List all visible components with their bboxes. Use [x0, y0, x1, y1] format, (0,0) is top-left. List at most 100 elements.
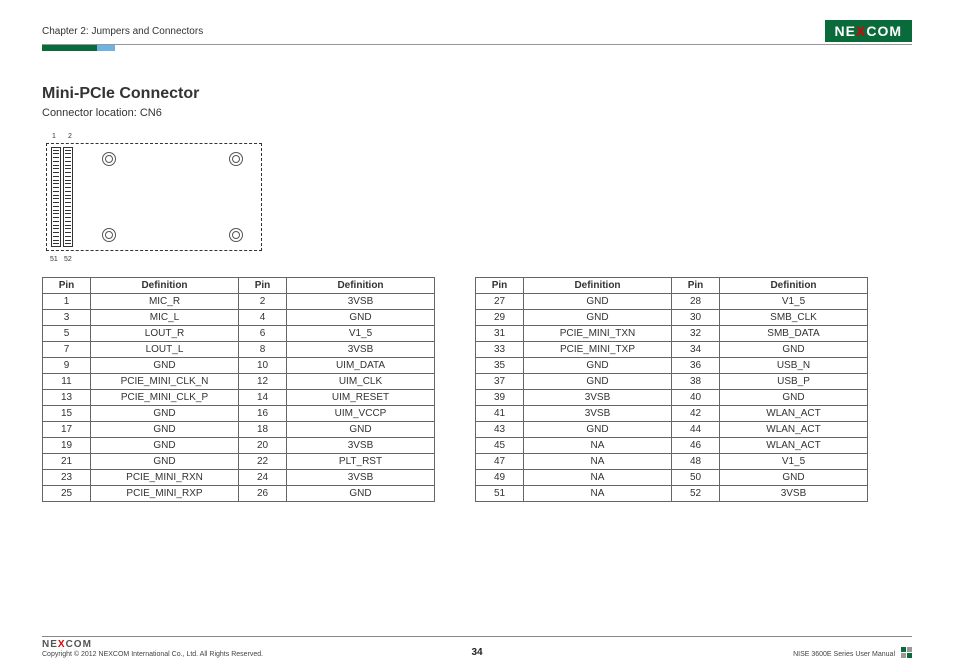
pin-cell: 27 — [476, 294, 524, 310]
pin-cell: 28 — [672, 294, 720, 310]
definition-cell: WLAN_ACT — [720, 422, 868, 438]
table-row: 37GND38USB_P — [476, 374, 868, 390]
pin-cell: 46 — [672, 438, 720, 454]
pin-cell: 14 — [239, 390, 287, 406]
pin-cell: 47 — [476, 454, 524, 470]
pin-cell: 37 — [476, 374, 524, 390]
th-def: Definition — [524, 278, 672, 294]
table-row: 43GND44WLAN_ACT — [476, 422, 868, 438]
pin-label-2: 2 — [68, 133, 72, 140]
pin-cell: 32 — [672, 326, 720, 342]
definition-cell: PCIE_MINI_TXN — [524, 326, 672, 342]
pin-cell: 12 — [239, 374, 287, 390]
pin-cell: 16 — [239, 406, 287, 422]
pin-cell: 15 — [43, 406, 91, 422]
pin-cell: 35 — [476, 358, 524, 374]
pin-cell: 6 — [239, 326, 287, 342]
definition-cell: 3VSB — [287, 470, 435, 486]
footer-logo: NEXCOM — [42, 639, 263, 650]
pin-label-52: 52 — [64, 256, 72, 263]
pin-cell: 18 — [239, 422, 287, 438]
definition-cell: MIC_L — [91, 310, 239, 326]
definition-cell: GND — [91, 422, 239, 438]
pin-cell: 5 — [43, 326, 91, 342]
table-row: 413VSB42WLAN_ACT — [476, 406, 868, 422]
pin-cell: 48 — [672, 454, 720, 470]
definition-cell: GND — [287, 422, 435, 438]
definition-cell: V1_5 — [720, 294, 868, 310]
table-row: 29GND30SMB_CLK — [476, 310, 868, 326]
pin-cell: 21 — [43, 454, 91, 470]
table-row: 13PCIE_MINI_CLK_P14UIM_RESET — [43, 390, 435, 406]
definition-cell: NA — [524, 438, 672, 454]
table-row: 17GND18GND — [43, 422, 435, 438]
definition-cell: 3VSB — [287, 342, 435, 358]
table-row: 7LOUT_L83VSB — [43, 342, 435, 358]
pin-cell: 8 — [239, 342, 287, 358]
pin-cell: 22 — [239, 454, 287, 470]
definition-cell: GND — [91, 358, 239, 374]
definition-cell: GND — [287, 310, 435, 326]
board-outline — [46, 143, 262, 251]
definition-cell: GND — [91, 406, 239, 422]
definition-cell: GND — [720, 390, 868, 406]
pin-cell: 42 — [672, 406, 720, 422]
table-row: 1MIC_R23VSB — [43, 294, 435, 310]
definition-cell: USB_N — [720, 358, 868, 374]
connector-diagram: 1 2 51 52 — [42, 133, 267, 263]
pin-cell: 38 — [672, 374, 720, 390]
accent-bar — [42, 45, 97, 51]
definition-cell: GND — [287, 486, 435, 502]
pinout-table-1: Pin Definition Pin Definition 1MIC_R23VS… — [42, 277, 435, 502]
pin-cell: 19 — [43, 438, 91, 454]
th-def: Definition — [91, 278, 239, 294]
definition-cell: PCIE_MINI_RXN — [91, 470, 239, 486]
definition-cell: UIM_RESET — [287, 390, 435, 406]
table-row: 49NA50GND — [476, 470, 868, 486]
chapter-title: Chapter 2: Jumpers and Connectors — [42, 26, 203, 37]
pin-cell: 25 — [43, 486, 91, 502]
pin-cell: 9 — [43, 358, 91, 374]
definition-cell: SMB_DATA — [720, 326, 868, 342]
definition-cell: SMB_CLK — [720, 310, 868, 326]
pin-cell: 26 — [239, 486, 287, 502]
pin-cell: 52 — [672, 486, 720, 502]
pin-cell: 31 — [476, 326, 524, 342]
pin-cell: 2 — [239, 294, 287, 310]
table-row: 11PCIE_MINI_CLK_N12UIM_CLK — [43, 374, 435, 390]
definition-cell: UIM_CLK — [287, 374, 435, 390]
table-row: 15GND16UIM_VCCP — [43, 406, 435, 422]
table-row: 45NA46WLAN_ACT — [476, 438, 868, 454]
table-header-row: Pin Definition Pin Definition — [43, 278, 435, 294]
brand-logo: NEXCOM — [825, 20, 912, 42]
definition-cell: UIM_DATA — [287, 358, 435, 374]
definition-cell: WLAN_ACT — [720, 438, 868, 454]
definition-cell: PCIE_MINI_CLK_N — [91, 374, 239, 390]
pin-cell: 20 — [239, 438, 287, 454]
mounting-hole-icon — [229, 152, 243, 166]
th-def: Definition — [287, 278, 435, 294]
definition-cell: GND — [91, 454, 239, 470]
pin-cell: 23 — [43, 470, 91, 486]
table-row: 19GND203VSB — [43, 438, 435, 454]
th-def: Definition — [720, 278, 868, 294]
pin-cell: 10 — [239, 358, 287, 374]
pin-cell: 29 — [476, 310, 524, 326]
pin-cell: 34 — [672, 342, 720, 358]
pin-cell: 33 — [476, 342, 524, 358]
pin-cell: 4 — [239, 310, 287, 326]
definition-cell: GND — [720, 342, 868, 358]
table-row: 33PCIE_MINI_TXP34GND — [476, 342, 868, 358]
table-row: 393VSB40GND — [476, 390, 868, 406]
pin-cell: 40 — [672, 390, 720, 406]
definition-cell: MIC_R — [91, 294, 239, 310]
table-row: 35GND36USB_N — [476, 358, 868, 374]
pin-cell: 11 — [43, 374, 91, 390]
table-row: 21GND22PLT_RST — [43, 454, 435, 470]
table-row: 51NA523VSB — [476, 486, 868, 502]
definition-cell: GND — [524, 358, 672, 374]
definition-cell: 3VSB — [287, 438, 435, 454]
definition-cell: NA — [524, 486, 672, 502]
th-pin: Pin — [239, 278, 287, 294]
definition-cell: WLAN_ACT — [720, 406, 868, 422]
